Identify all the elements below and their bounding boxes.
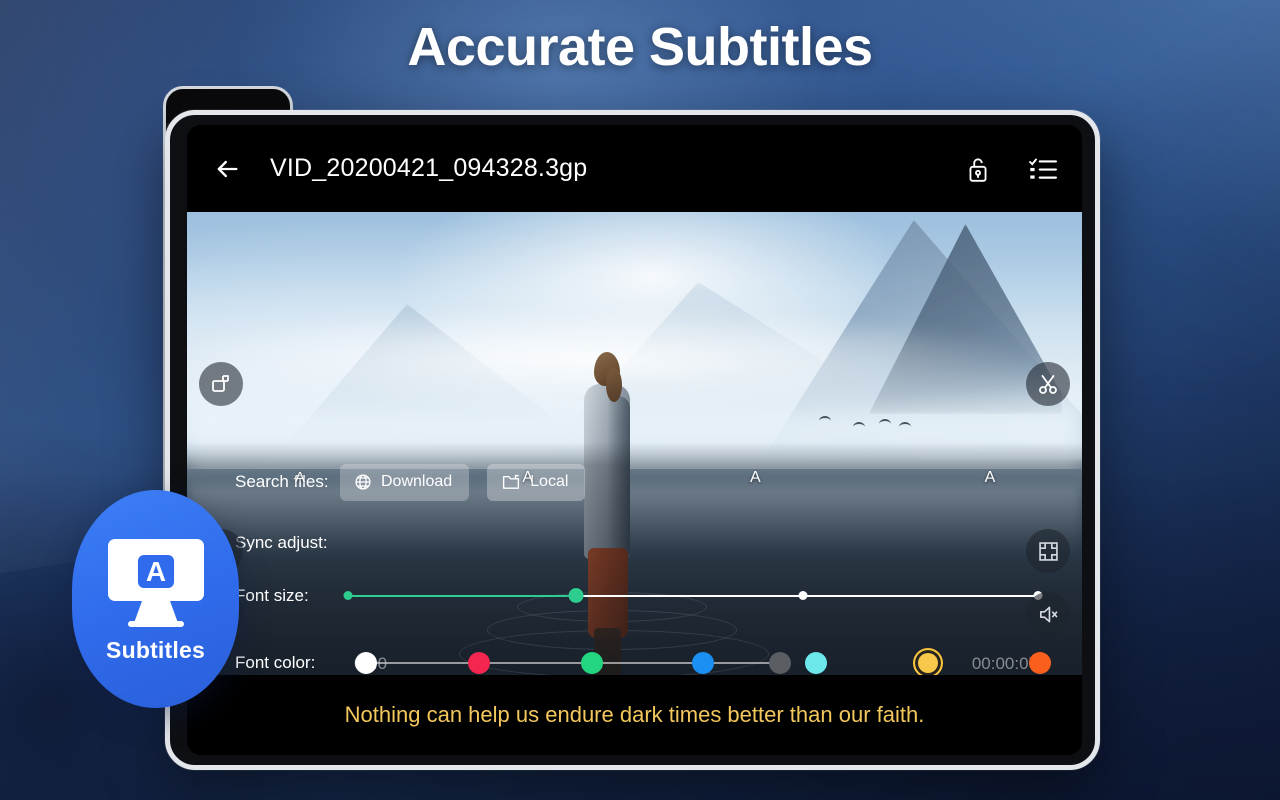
- fullscreen-crop-icon: [1038, 541, 1058, 561]
- arrow-left-icon: [217, 160, 238, 177]
- font-size-step-2[interactable]: [798, 591, 808, 600]
- speaker-mute-icon: [1039, 606, 1057, 622]
- mute-button[interactable]: [1026, 592, 1070, 636]
- unlock-icon: [969, 157, 987, 182]
- font-size-thumb[interactable]: [568, 588, 584, 603]
- subtitle-settings-panel: Search files: Download Local Sync adjust…: [187, 442, 1082, 680]
- font-color-swatch-white[interactable]: [355, 652, 377, 674]
- picture-in-picture-icon: [212, 375, 229, 392]
- font-color-swatch-green[interactable]: [581, 652, 603, 674]
- font-color-label: Font color:: [235, 653, 316, 672]
- file-title: VID_20200421_094328.3gp: [270, 154, 588, 182]
- font-color-swatch-orange[interactable]: [1029, 652, 1051, 674]
- font-size-step-0[interactable]: [343, 591, 353, 600]
- scissors-icon: [1039, 375, 1057, 394]
- playlist-checklist-icon: [1029, 158, 1057, 179]
- picture-in-picture-button[interactable]: [199, 362, 243, 406]
- promo-screenshot: Accurate Subtitles VID_20200421_094328.3…: [0, 0, 1280, 800]
- page-title: Accurate Subtitles: [407, 17, 873, 77]
- font-color-swatch-red[interactable]: [468, 652, 490, 674]
- monitor-subtitle-glyph: A: [107, 538, 204, 627]
- font-size-track-fill: [348, 595, 576, 597]
- sync-adjust-label: Sync adjust:: [235, 533, 328, 552]
- font-size-label: Font size:: [235, 586, 309, 605]
- app-top-bar: VID_20200421_094328.3gp: [187, 125, 1082, 212]
- monitor-subtitle-icon: A: [102, 535, 210, 631]
- font-color-swatch-gray[interactable]: [769, 652, 791, 674]
- font-size-row: Font size:: [187, 576, 1082, 616]
- back-button[interactable]: [207, 149, 247, 189]
- badge-label: Subtitles: [106, 636, 205, 663]
- font-size-sample-3: A: [984, 469, 996, 486]
- subtitle-text: Nothing can help us endure dark times be…: [344, 702, 925, 727]
- subtitle-display-bar: Nothing can help us endure dark times be…: [187, 675, 1082, 755]
- cut-trim-button[interactable]: [1026, 362, 1070, 406]
- subtitles-feature-badge: A Subtitles: [72, 490, 239, 708]
- font-color-swatch-blue[interactable]: [692, 652, 714, 674]
- font-color-swatch-yellow[interactable]: [913, 648, 943, 678]
- font-size-sample-0: A: [294, 469, 306, 486]
- app-bar-actions: [961, 152, 1060, 186]
- font-color-track: [356, 662, 786, 664]
- tablet-device-frame: VID_20200421_094328.3gp Search files: Do…: [165, 110, 1100, 770]
- fullscreen-button[interactable]: [1026, 529, 1070, 573]
- font-size-sample-2: A: [750, 469, 761, 486]
- sync-adjust-row: Sync adjust:: [187, 510, 1082, 576]
- lock-button[interactable]: [961, 152, 995, 186]
- playlist-button[interactable]: [1026, 152, 1060, 186]
- font-color-swatch-cyan[interactable]: [805, 652, 827, 674]
- font-size-slider[interactable]: [343, 586, 1043, 606]
- app-screen: VID_20200421_094328.3gp Search files: Do…: [187, 125, 1082, 755]
- font-size-step-labels: AAAA: [295, 469, 995, 491]
- svg-text:A: A: [145, 556, 165, 587]
- font-size-sample-1: A: [522, 469, 534, 486]
